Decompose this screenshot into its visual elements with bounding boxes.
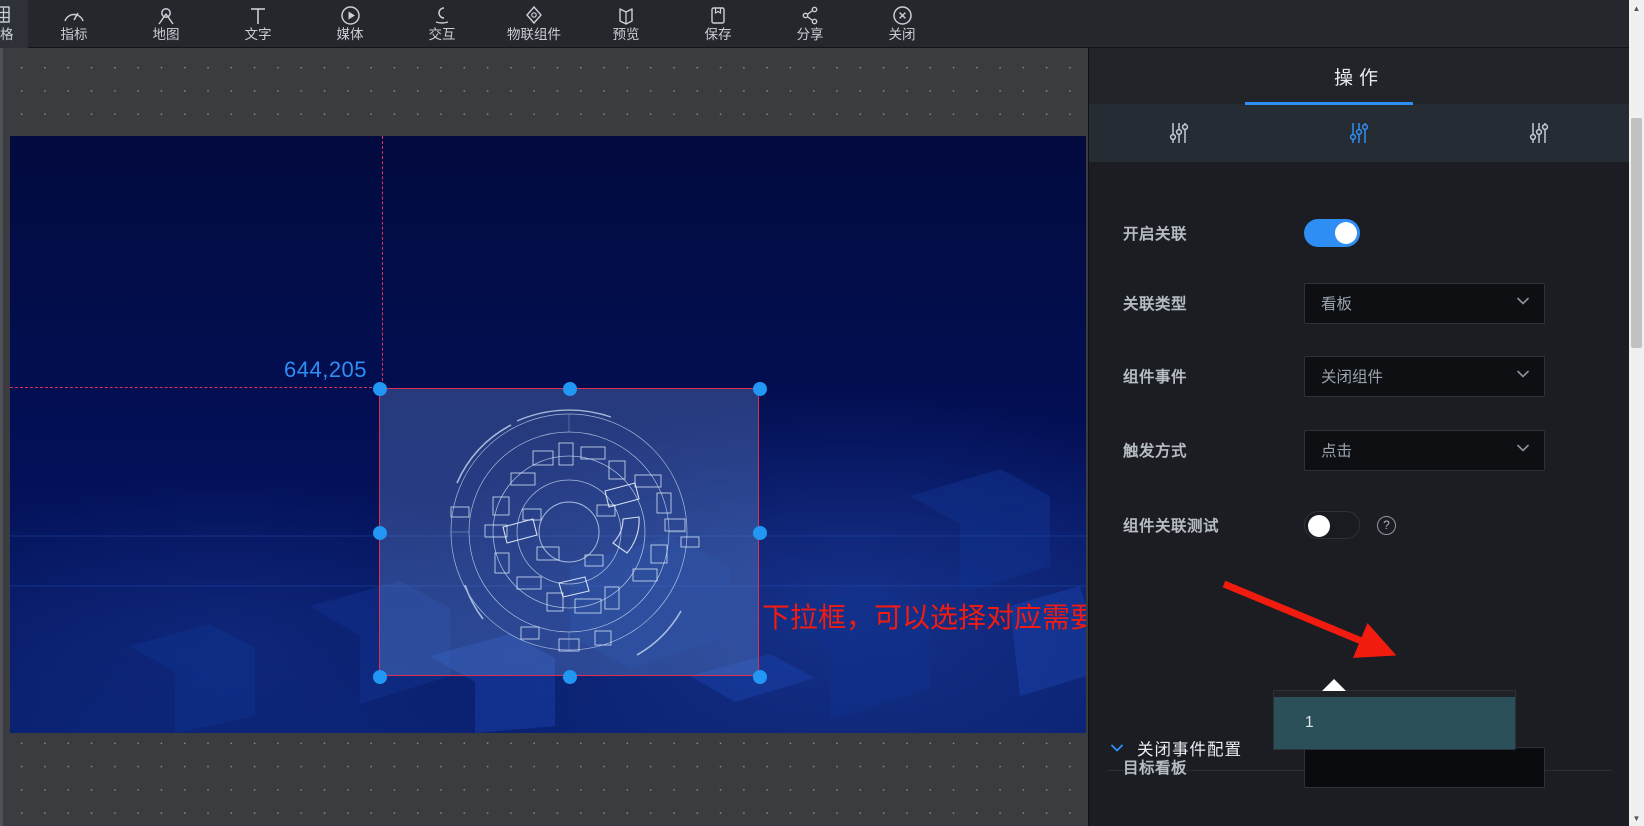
toolbar-item-label: 文字 <box>244 26 272 42</box>
share-icon <box>800 5 820 26</box>
iot-component-icon <box>523 5 545 26</box>
scroll-up-arrow[interactable]: ▲ <box>1629 0 1644 16</box>
select-value: 看板 <box>1321 296 1353 313</box>
field-target-board: 目标看板 <box>1089 744 1630 790</box>
select-value: 点击 <box>1321 443 1353 460</box>
field-label: 组件事件 <box>1123 369 1188 386</box>
guide-line-vertical <box>382 136 383 391</box>
resize-handle-bottom-center[interactable] <box>563 670 577 684</box>
sliders-icon <box>1165 119 1193 147</box>
toolbar-item-close[interactable]: 关闭 <box>856 0 948 48</box>
toolbar-item-label: 交互 <box>428 26 456 42</box>
resize-handle-bottom-right[interactable] <box>753 670 767 684</box>
field-enable-link: 开启关联 <box>1089 210 1630 256</box>
toggle-knob <box>1335 222 1357 244</box>
design-canvas[interactable]: 644,205 下拉框，可以选择对应需要 <box>0 48 1088 826</box>
close-circle-icon <box>892 5 913 26</box>
chevron-down-icon <box>1514 365 1532 388</box>
field-label: 组件关联测试 <box>1123 518 1220 535</box>
resize-handle-middle-right[interactable] <box>753 526 767 540</box>
enable-link-toggle[interactable] <box>1304 219 1360 247</box>
coordinate-readout: 644,205 <box>284 357 368 382</box>
link-test-toggle[interactable] <box>1304 511 1360 539</box>
interaction-icon <box>432 5 452 26</box>
chevron-down-icon <box>1514 439 1532 462</box>
scrollbar-thumb[interactable] <box>1631 118 1642 348</box>
dashboard-board[interactable]: 644,205 下拉框，可以选择对应需要 <box>10 136 1086 733</box>
tech-circle-graphic <box>380 389 758 675</box>
field-link-test: 组件关联测试 ? <box>1089 502 1630 548</box>
target-board-dropdown-list[interactable]: 1 <box>1273 690 1516 750</box>
field-link-type: 关联类型 看板 <box>1089 280 1630 326</box>
toolbar-item-share[interactable]: 分享 <box>764 0 856 48</box>
toolbar-item-preview[interactable]: 预览 <box>580 0 672 48</box>
toolbar-item-text[interactable]: 文字 <box>212 0 304 48</box>
resize-handle-bottom-left[interactable] <box>373 670 387 684</box>
toggle-knob <box>1308 515 1330 537</box>
field-component-event: 组件事件 关闭组件 <box>1089 353 1630 399</box>
resize-handle-top-left[interactable] <box>373 382 387 396</box>
toolbar-item-iot[interactable]: 物联组件 <box>488 0 580 48</box>
table-icon <box>0 5 11 26</box>
field-label: 关联类型 <box>1123 296 1188 313</box>
canvas-left-edge <box>0 48 3 826</box>
panel-title: 操作 <box>1333 67 1384 89</box>
toolbar-item-save[interactable]: 保存 <box>672 0 764 48</box>
selected-component[interactable] <box>373 382 767 684</box>
toolbar-item-media[interactable]: 媒体 <box>304 0 396 48</box>
sliders-icon <box>1345 119 1373 147</box>
text-icon <box>248 5 268 26</box>
map-pin-icon <box>156 5 176 26</box>
panel-tab-bar <box>1089 102 1629 162</box>
field-label: 目标看板 <box>1123 760 1188 777</box>
chevron-down-icon <box>1514 292 1532 315</box>
toolbar-item-label: 预览 <box>612 26 640 42</box>
field-trigger-mode: 触发方式 点击 <box>1089 427 1630 473</box>
select-value: 关闭组件 <box>1321 369 1384 386</box>
toolbar-item-label: 分享 <box>796 26 824 42</box>
media-play-icon <box>340 5 361 26</box>
preview-icon <box>616 5 636 26</box>
link-type-select[interactable]: 看板 <box>1304 282 1545 324</box>
gauge-icon <box>62 5 86 26</box>
dropdown-option[interactable]: 1 <box>1274 697 1515 749</box>
toolbar-item-table[interactable]: 表格 <box>0 0 28 48</box>
dropdown-caret <box>1322 679 1346 691</box>
scroll-down-arrow[interactable]: ▼ <box>1629 810 1644 826</box>
help-icon[interactable]: ? <box>1377 515 1396 535</box>
toolbar-item-interaction[interactable]: 交互 <box>396 0 488 48</box>
target-board-input[interactable] <box>1304 746 1545 788</box>
vertical-scrollbar[interactable]: ▲ ▼ <box>1629 0 1644 826</box>
panel-header: 操作 <box>1089 48 1629 104</box>
resize-handle-middle-left[interactable] <box>373 526 387 540</box>
field-label: 触发方式 <box>1123 443 1188 460</box>
toolbar-item-indicator[interactable]: 指标 <box>28 0 120 48</box>
sliders-icon <box>1525 119 1553 147</box>
editor-window: 表格 指标 地图 文字 媒体 <box>0 0 1644 826</box>
canvas-annotation-text: 下拉框，可以选择对应需要关闭的事件 <box>762 602 1086 633</box>
active-tab-underline <box>1245 102 1413 105</box>
toolbar-item-label: 保存 <box>704 26 732 42</box>
toolbar-item-label: 指标 <box>60 26 88 42</box>
toolbar-item-label: 关闭 <box>888 26 916 42</box>
toolbar-item-label: 表格 <box>0 26 14 42</box>
top-toolbar: 表格 指标 地图 文字 媒体 <box>0 0 1644 48</box>
resize-handle-top-center[interactable] <box>563 382 577 396</box>
toolbar-item-label: 地图 <box>152 26 180 42</box>
guide-line-horizontal <box>10 387 382 388</box>
toolbar-item-label: 媒体 <box>336 26 364 42</box>
toolbar-item-label: 物联组件 <box>507 26 561 42</box>
component-event-select[interactable]: 关闭组件 <box>1304 355 1545 397</box>
tab-style[interactable] <box>1089 104 1269 162</box>
toolbar-item-map[interactable]: 地图 <box>120 0 212 48</box>
save-icon <box>709 5 727 26</box>
resize-handle-top-right[interactable] <box>753 382 767 396</box>
tab-action[interactable] <box>1269 104 1449 162</box>
tab-data[interactable] <box>1449 104 1629 162</box>
field-label: 开启关联 <box>1123 226 1188 243</box>
trigger-mode-select[interactable]: 点击 <box>1304 429 1545 471</box>
